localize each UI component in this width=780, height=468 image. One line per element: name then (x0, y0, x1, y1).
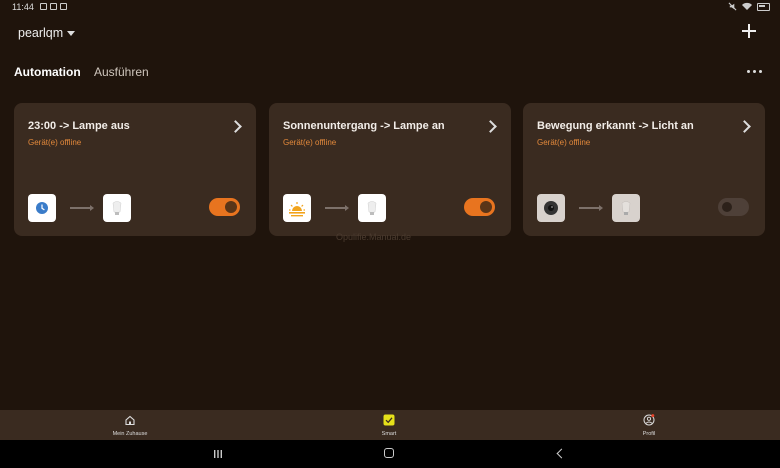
smart-icon (383, 414, 395, 426)
tab-ausfuehren[interactable]: Ausführen (94, 65, 149, 79)
bottom-navigation: Mein Zuhause Smart Profil (0, 410, 780, 440)
condition-tile (537, 194, 565, 222)
automation-toggle[interactable] (209, 198, 240, 216)
card-title: Sonnenuntergang -> Lampe an (283, 120, 445, 132)
automation-toggle[interactable] (718, 198, 749, 216)
arrow-icon (579, 205, 603, 211)
home-name: pearlqm (18, 26, 64, 40)
more-options-icon[interactable] (747, 70, 762, 73)
system-icons (728, 2, 770, 11)
recents-icon[interactable] (213, 449, 223, 459)
message-notification-icon (50, 3, 57, 10)
bulb-icon (621, 201, 631, 215)
nav-home[interactable]: Mein Zuhause (90, 410, 170, 440)
image-notification-icon (40, 3, 47, 10)
automation-toggle[interactable] (464, 198, 495, 216)
arrow-icon (325, 205, 349, 211)
automation-card[interactable]: Sonnenuntergang -> Lampe an Gerät(e) off… (269, 103, 511, 236)
back-icon[interactable] (556, 448, 567, 459)
bulb-icon (367, 201, 377, 215)
tab-automation[interactable]: Automation (14, 65, 81, 79)
card-status: Gerät(e) offline (283, 138, 337, 147)
nav-profile[interactable]: Profil (609, 410, 689, 440)
profile-icon (643, 414, 655, 426)
chevron-right-icon (229, 120, 242, 133)
nav-label: Smart (381, 431, 397, 437)
condition-tile (283, 194, 311, 222)
app-notification-icon (60, 3, 67, 10)
wifi-icon (742, 2, 752, 10)
bulb-icon (112, 201, 122, 215)
sunset-icon (289, 202, 305, 217)
card-status: Gerät(e) offline (537, 138, 591, 147)
status-time: 11:44 (12, 2, 34, 12)
watermark: Opulifie.Manual.de (336, 232, 412, 242)
add-automation-button[interactable] (742, 24, 756, 38)
condition-tile (28, 194, 56, 222)
caret-down-icon (67, 30, 76, 36)
system-home-icon[interactable] (384, 448, 394, 458)
battery-icon (757, 2, 770, 11)
home-selector[interactable]: pearlqm (18, 26, 76, 40)
mute-icon (728, 2, 737, 11)
action-tile (612, 194, 640, 222)
automation-card[interactable]: Bewegung erkannt -> Licht an Gerät(e) of… (523, 103, 765, 236)
card-title: Bewegung erkannt -> Licht an (537, 120, 694, 132)
nav-label: Profil (642, 431, 656, 437)
nav-label: Mein Zuhause (112, 431, 148, 437)
chevron-right-icon (738, 120, 751, 133)
notification-icons (40, 3, 67, 10)
chevron-right-icon (484, 120, 497, 133)
action-tile (103, 194, 131, 222)
nav-smart[interactable]: Smart (349, 410, 429, 440)
system-navigation-bar (0, 440, 780, 468)
camera-icon (544, 201, 558, 215)
status-bar: 11:44 (0, 0, 780, 14)
action-tile (358, 194, 386, 222)
clock-icon (36, 202, 48, 214)
card-status: Gerät(e) offline (28, 138, 82, 147)
arrow-icon (70, 205, 94, 211)
home-icon (125, 415, 135, 426)
automation-card[interactable]: 23:00 -> Lampe aus Gerät(e) offline (14, 103, 256, 236)
card-title: 23:00 -> Lampe aus (28, 120, 130, 132)
